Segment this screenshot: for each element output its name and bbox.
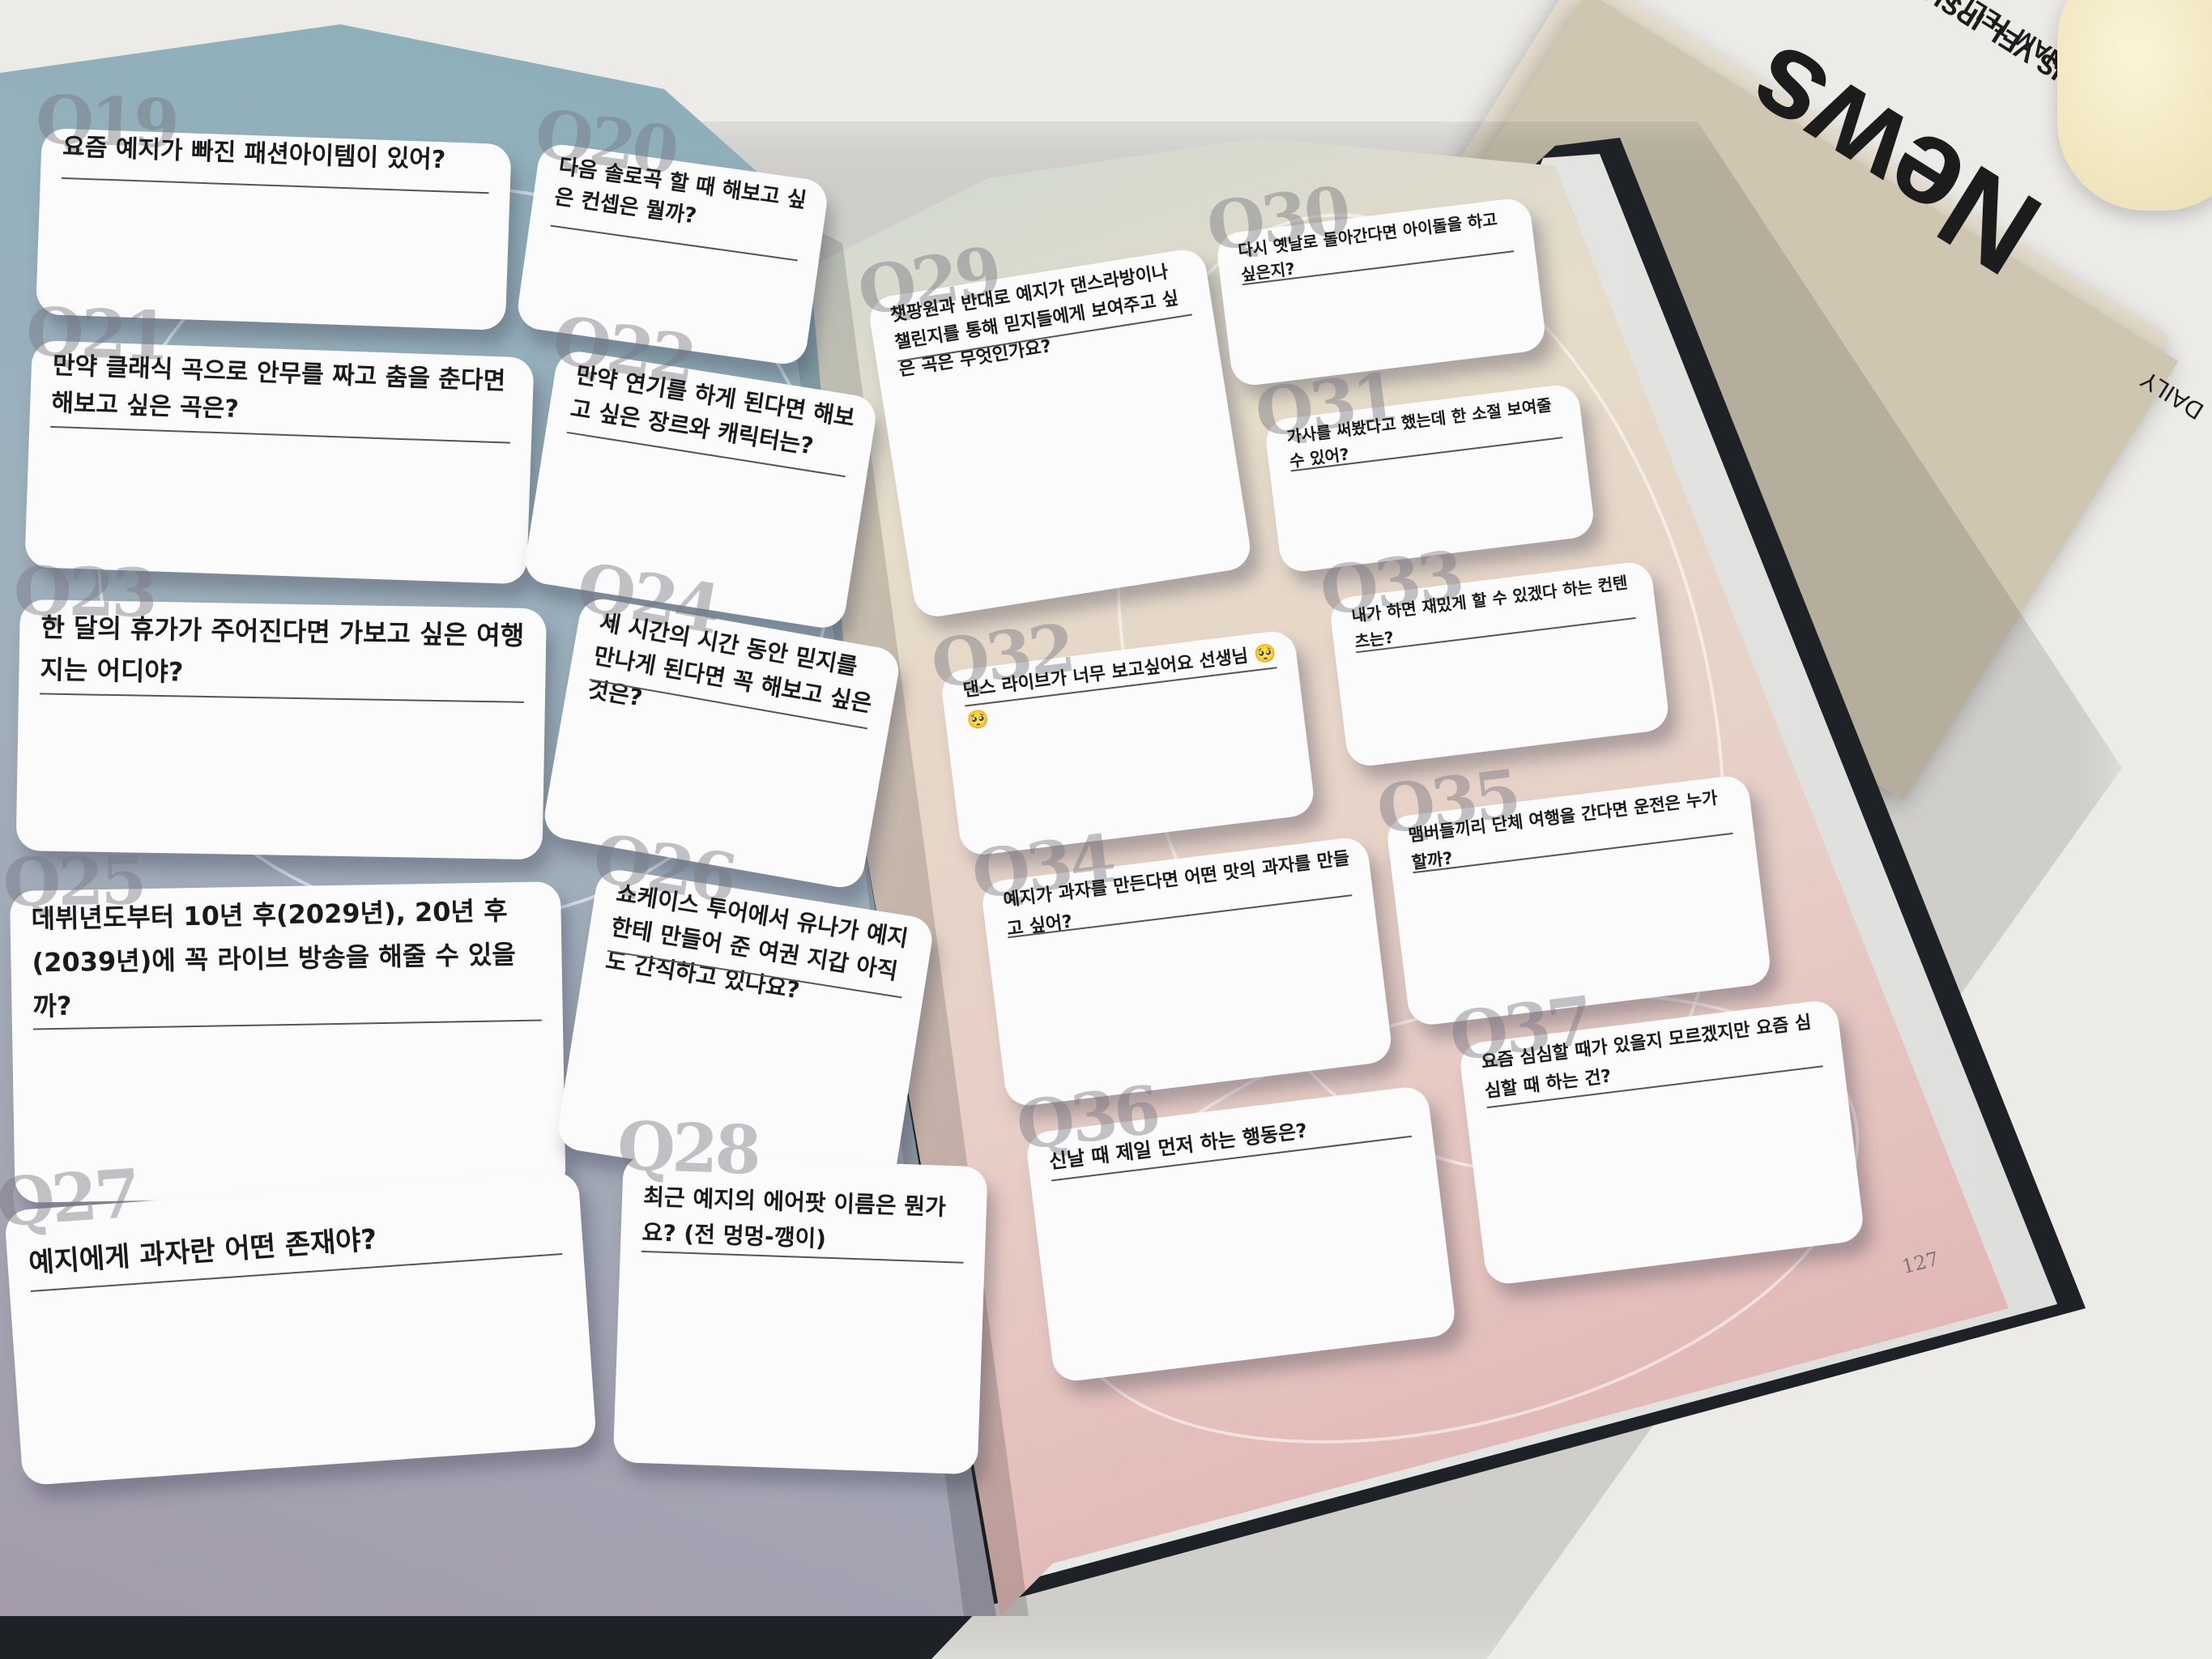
- question-text: 한 달의 휴가가 주어진다면 가보고 싶은 여행지는 어디야?: [40, 612, 525, 688]
- answer-line: [61, 177, 489, 194]
- question-text: 만약 클래식 곡으로 안무를 짜고 춤을 춘다면 해보고 싶은 곡은?: [50, 351, 506, 424]
- question-card: Q23 한 달의 휴가가 주어진다면 가보고 싶은 여행지는 어디야?: [13, 552, 547, 860]
- candle: [2057, 0, 2212, 211]
- question-card: Q21 만약 클래식 곡으로 안무를 짜고 춤을 춘다면 해보고 싶은 곡은?: [24, 293, 535, 585]
- question-card: Q34 예지가 과자를 만든다면 어떤 맛의 과자를 만들고 싶어?: [968, 820, 1394, 1108]
- question-card: Q29 챗팡원과 반대로 예지가 댄스라방이나 챌린지를 통해 믿지들에게 보여…: [853, 232, 1254, 621]
- question-card: Q27 예지에게 과자란 어떤 존재야?: [0, 1155, 597, 1486]
- question-text: 최근 예지의 에어팟 이름은 뭔가요? (전 멍멍-깽이): [641, 1183, 947, 1252]
- question-number: Q28: [616, 1107, 760, 1190]
- question-text: 데뷔년도부터 10년 후(2029년), 20년 후(2039년)에 꼭 라이브…: [31, 895, 517, 1022]
- question-number: Q27: [0, 1154, 140, 1243]
- question-card: Q28 최근 예지의 에어팟 이름은 뭔가요? (전 멍멍-깽이): [612, 1107, 988, 1475]
- question-card: Q25 데뷔년도부터 10년 후(2029년), 20년 후(2039년)에 꼭…: [2, 842, 566, 1203]
- question-card: Q36 신날 때 제일 먼저 하는 행동은?: [1012, 1071, 1458, 1384]
- question-card: Q37 요즘 심심할 때가 있을지 모르겠지만 요즘 심심할 때 하는 건?: [1446, 982, 1866, 1286]
- photo-scene: News TEMPUS VEL IPSUM NAM TELLUS DAILY Q…: [0, 0, 2212, 1659]
